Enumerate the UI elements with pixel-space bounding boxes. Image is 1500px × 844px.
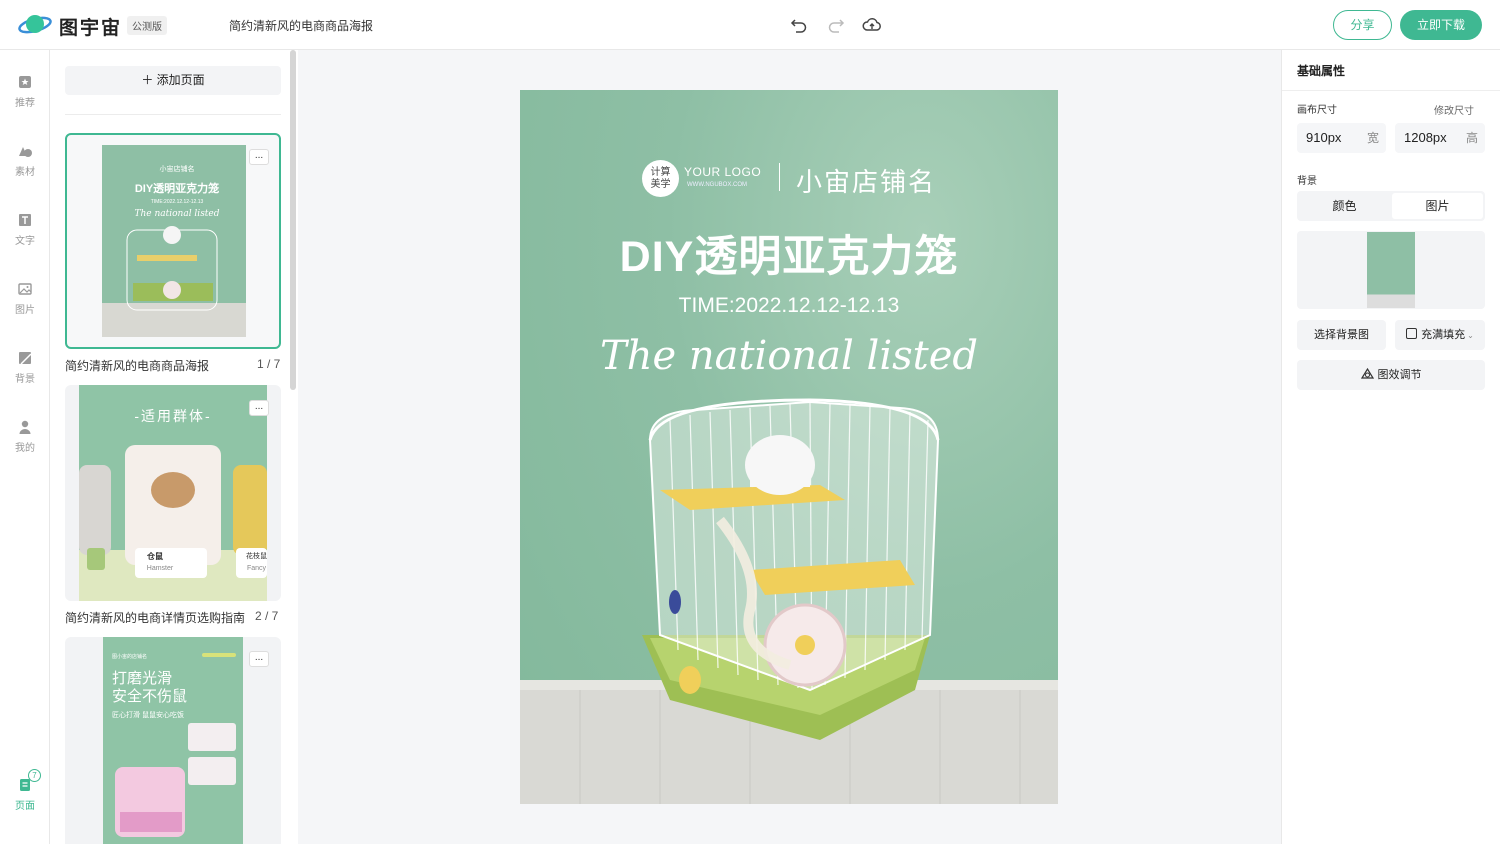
page-thumbnail-3[interactable]: 图小宙的店铺名 打磨光滑 安全不伤鼠 匠心打滑 鼠鼠安心吃饭 ... <box>65 637 281 844</box>
thumb1-headline: DIY透明亚克力笼 <box>134 183 220 195</box>
page-thumbnail-2[interactable]: -适用群体- 仓鼠 Hamster 花枝鼠 Fancy ... <box>65 385 281 601</box>
more-options-button[interactable]: ... <box>249 651 269 667</box>
properties-panel: 基础属性 画布尺寸 修改尺寸 910px 宽 1208px 高 背景 颜色 图片… <box>1281 50 1500 844</box>
poster-canvas[interactable]: 计算 美学 YOUR LOGO WWW.NGUBOX.COM 小宙店铺名 DIY透… <box>520 90 1058 804</box>
left-tool-rail: 推荐 素材 文字 图片 背景 我的 7 页面 <box>0 50 50 844</box>
properties-title: 基础属性 <box>1297 64 1346 78</box>
undo-icon[interactable] <box>789 15 809 35</box>
download-button[interactable]: 立即下载 <box>1400 10 1482 40</box>
background-label: 背景 <box>1297 176 1317 187</box>
effect-adjust-button[interactable]: 图效调节 <box>1297 360 1485 390</box>
scrollbar[interactable] <box>290 50 296 390</box>
choose-background-button[interactable]: 选择背景图 <box>1297 320 1386 350</box>
add-page-label: 添加页面 <box>156 73 205 87</box>
top-bar: 图宇宙 公测版 简约清新风的电商商品海报 分享 立即下载 <box>0 0 1500 50</box>
logo-text-bottom: 美学 <box>650 179 671 190</box>
fill-mode-label: 充满填充 <box>1421 329 1466 341</box>
width-value: 910px <box>1306 130 1342 145</box>
share-button[interactable]: 分享 <box>1333 10 1392 40</box>
thumbnail-detail-preview <box>103 637 243 844</box>
rail-item-image[interactable]: 图片 <box>0 281 50 316</box>
rail-item-material[interactable]: 素材 <box>0 143 50 178</box>
redo-icon[interactable] <box>826 15 846 35</box>
thumb1-shop: 小宙店铺名 <box>159 166 195 173</box>
page-1-title: 简约清新风的电商商品海报 <box>65 359 210 373</box>
thumb3-title-2: 安全不伤鼠 <box>112 688 188 705</box>
background-type-toggle: 颜色 图片 <box>1297 191 1485 221</box>
document-title[interactable]: 简约清新风的电商商品海报 <box>229 17 373 34</box>
thumb3-shop: 图小宙的店铺名 <box>112 654 148 660</box>
add-page-button[interactable]: ＋ 添加页面 <box>65 66 281 95</box>
adjust-icon <box>1360 367 1374 379</box>
rail-label: 页面 <box>15 801 35 812</box>
height-value: 1208px <box>1404 130 1447 145</box>
edit-size-link[interactable]: 修改尺寸 <box>1434 102 1474 117</box>
poster-shop-name[interactable]: 小宙店铺名 <box>796 162 936 199</box>
rail-label: 背景 <box>15 374 35 385</box>
rail-item-background[interactable]: 背景 <box>0 350 50 385</box>
thumb2-card-main: 仓鼠 <box>147 552 163 561</box>
canvas-width-field[interactable]: 910px 宽 <box>1297 123 1386 153</box>
poster-divider <box>779 163 780 191</box>
brand-name: 图宇宙 <box>59 18 123 39</box>
poster-time[interactable]: TIME:2022.12.12-12.13 <box>520 294 1058 318</box>
fill-frame-icon <box>1406 328 1418 339</box>
poster-headline[interactable]: DIY透明亚克力笼 <box>520 222 1058 284</box>
text-icon <box>19 214 31 226</box>
pages-count-badge: 7 <box>28 769 41 782</box>
canvas-size-label: 画布尺寸 <box>1297 105 1337 116</box>
poster-your-logo[interactable]: YOUR LOGO <box>684 165 761 179</box>
poster-logo-badge[interactable]: 计算 美学 <box>642 160 679 197</box>
canvas-height-field[interactable]: 1208px 高 <box>1395 123 1485 153</box>
rail-item-pages[interactable]: 7 页面 <box>0 769 50 812</box>
cloud-save-icon[interactable] <box>862 15 882 35</box>
page-2-count: 2 / 7 <box>255 609 279 623</box>
page-1-count: 1 / 7 <box>257 357 281 371</box>
effect-label: 图效调节 <box>1377 369 1422 381</box>
thumb1-time: TIME:2022.12.12-12.13 <box>150 199 204 205</box>
tab-image[interactable]: 图片 <box>1392 193 1483 219</box>
poster-product-illustration <box>520 398 1058 804</box>
height-unit: 高 <box>1465 131 1478 145</box>
divider <box>1282 90 1500 91</box>
width-unit: 宽 <box>1366 131 1379 145</box>
rail-item-text[interactable]: 文字 <box>0 212 50 247</box>
beta-badge: 公测版 <box>127 16 167 35</box>
background-icon <box>19 352 32 365</box>
tab-color[interactable]: 颜色 <box>1299 193 1390 219</box>
rail-label: 我的 <box>15 443 35 454</box>
thumb2-card-side-en: Fancy <box>247 565 267 572</box>
logo-text-top: 计算 <box>650 167 671 178</box>
rail-label: 素材 <box>15 167 35 178</box>
divider <box>65 114 281 115</box>
chevron-down-icon: ⌄ <box>1467 331 1474 340</box>
pages-panel: ＋ 添加页面 小宙店铺名 DIY透明亚克力笼 TIME:2022.12.12-1… <box>50 50 298 844</box>
canvas-area: 计算 美学 YOUR LOGO WWW.NGUBOX.COM 小宙店铺名 DIY透… <box>298 50 1281 844</box>
rail-item-mine[interactable]: 我的 <box>0 419 50 454</box>
background-preview[interactable] <box>1297 231 1485 309</box>
rail-label: 图片 <box>15 305 35 316</box>
user-icon <box>19 420 31 434</box>
thumb2-title: -适用群体- <box>134 408 212 424</box>
page-2-title: 简约清新风的电商详情页选购指南 <box>65 611 246 625</box>
poster-script-text[interactable]: The national listed <box>520 333 1058 379</box>
rail-label: 推荐 <box>15 98 35 109</box>
fill-mode-select[interactable]: 充满填充 ⌄ <box>1395 320 1485 350</box>
rail-label: 文字 <box>15 236 35 247</box>
thumb2-card-main-en: Hamster <box>146 565 174 572</box>
more-options-button[interactable]: ... <box>249 400 269 416</box>
star-icon <box>19 76 31 88</box>
thumb1-script: The national listed <box>134 209 220 219</box>
background-thumbnail <box>1367 232 1415 308</box>
page-thumbnail-1[interactable]: 小宙店铺名 DIY透明亚克力笼 TIME:2022.12.12-12.13 Th… <box>65 133 281 349</box>
rail-item-recommend[interactable]: 推荐 <box>0 74 50 109</box>
more-options-button[interactable]: ... <box>249 149 269 165</box>
thumb2-card-side: 花枝鼠 <box>246 553 267 560</box>
thumb3-sub: 匠心打滑 鼠鼠安心吃饭 <box>112 712 184 719</box>
shapes-icon <box>19 147 32 157</box>
planet-logo-icon[interactable] <box>18 12 52 38</box>
poster-logo-url[interactable]: WWW.NGUBOX.COM <box>687 182 747 188</box>
image-icon <box>18 283 32 295</box>
